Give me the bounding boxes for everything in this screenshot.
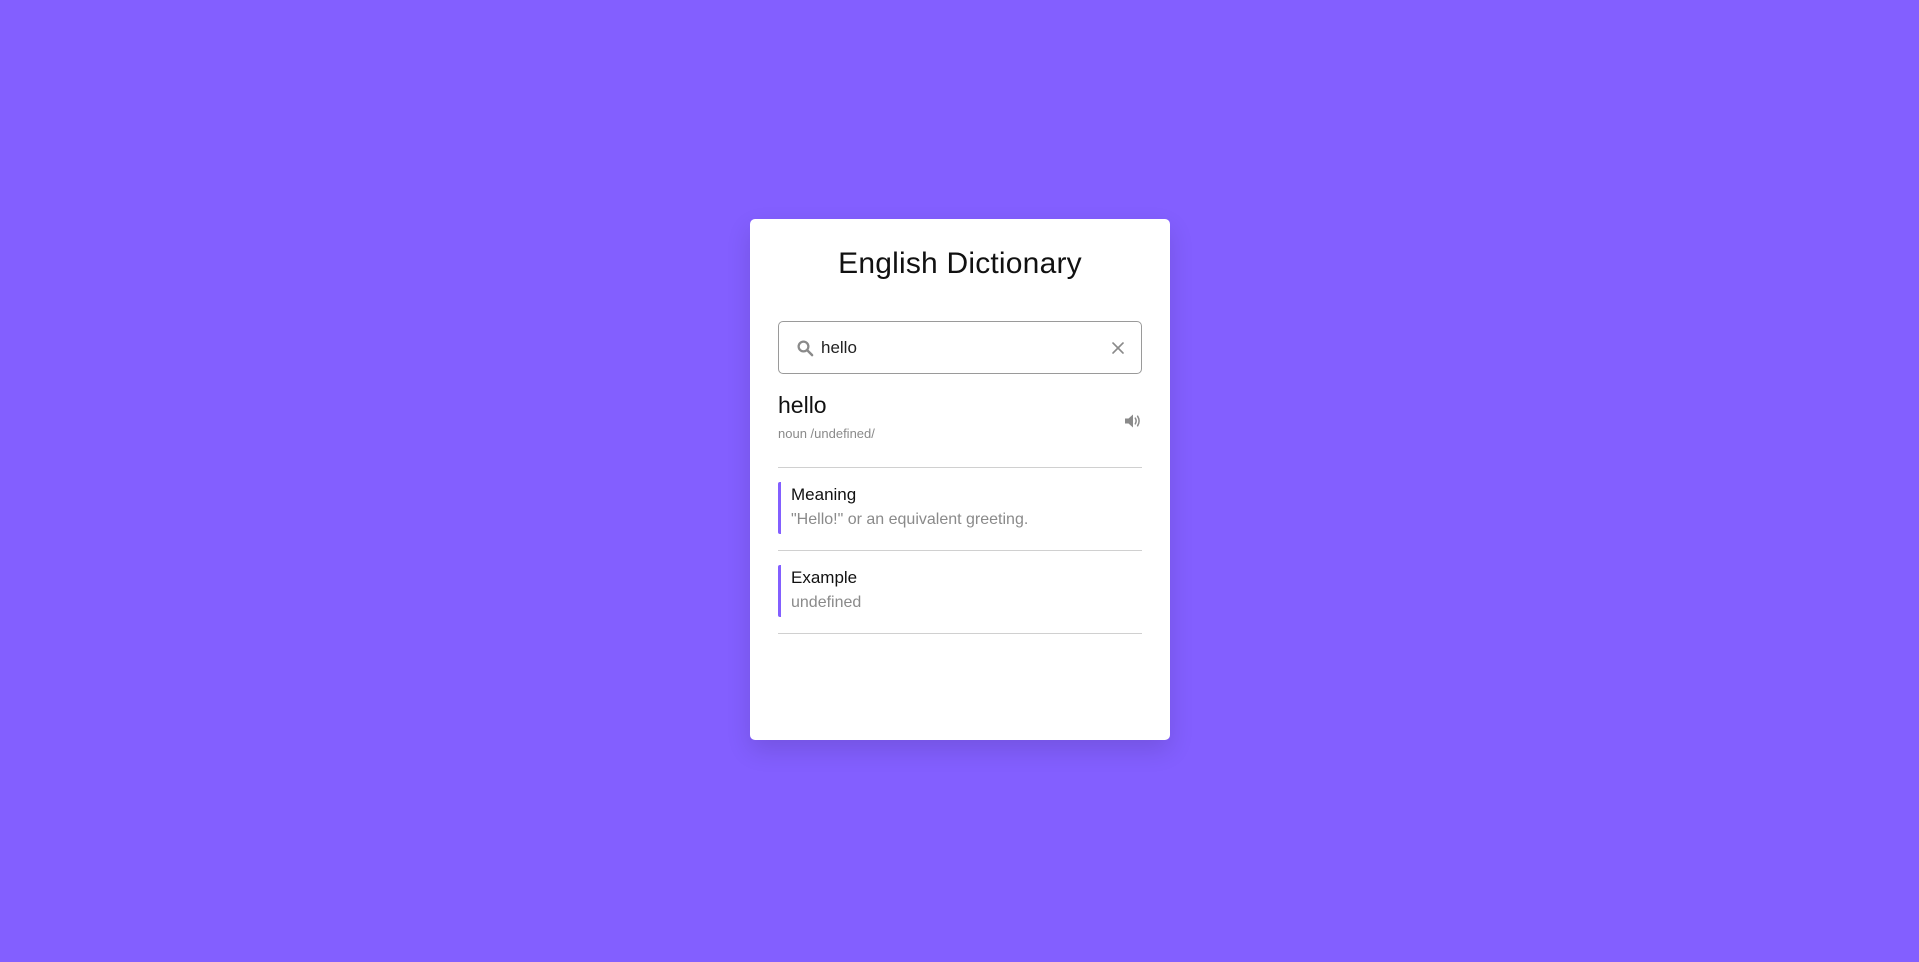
- example-section: Example undefined: [778, 565, 1142, 617]
- volume-icon[interactable]: [1124, 413, 1142, 429]
- divider: [778, 633, 1142, 634]
- meaning-section: Meaning "Hello!" or an equivalent greeti…: [778, 482, 1142, 534]
- word-header: hello noun /undefined/: [778, 391, 1142, 457]
- close-icon[interactable]: [1111, 341, 1125, 355]
- divider: [778, 467, 1142, 468]
- search-input[interactable]: [821, 330, 1091, 365]
- meaning-label: Meaning: [791, 485, 857, 504]
- word-phonetic: noun /undefined/: [778, 426, 875, 441]
- app-title: English Dictionary: [838, 247, 1082, 280]
- example-text: undefined: [791, 594, 862, 611]
- word-text: hello: [778, 392, 827, 418]
- search-box: [778, 321, 1142, 374]
- example-label: Example: [791, 568, 858, 587]
- meaning-text: "Hello!" or an equivalent greeting.: [791, 511, 1029, 528]
- dictionary-card: English Dictionary hello noun /undefined…: [750, 219, 1170, 740]
- search-icon: [797, 340, 814, 357]
- divider: [778, 550, 1142, 551]
